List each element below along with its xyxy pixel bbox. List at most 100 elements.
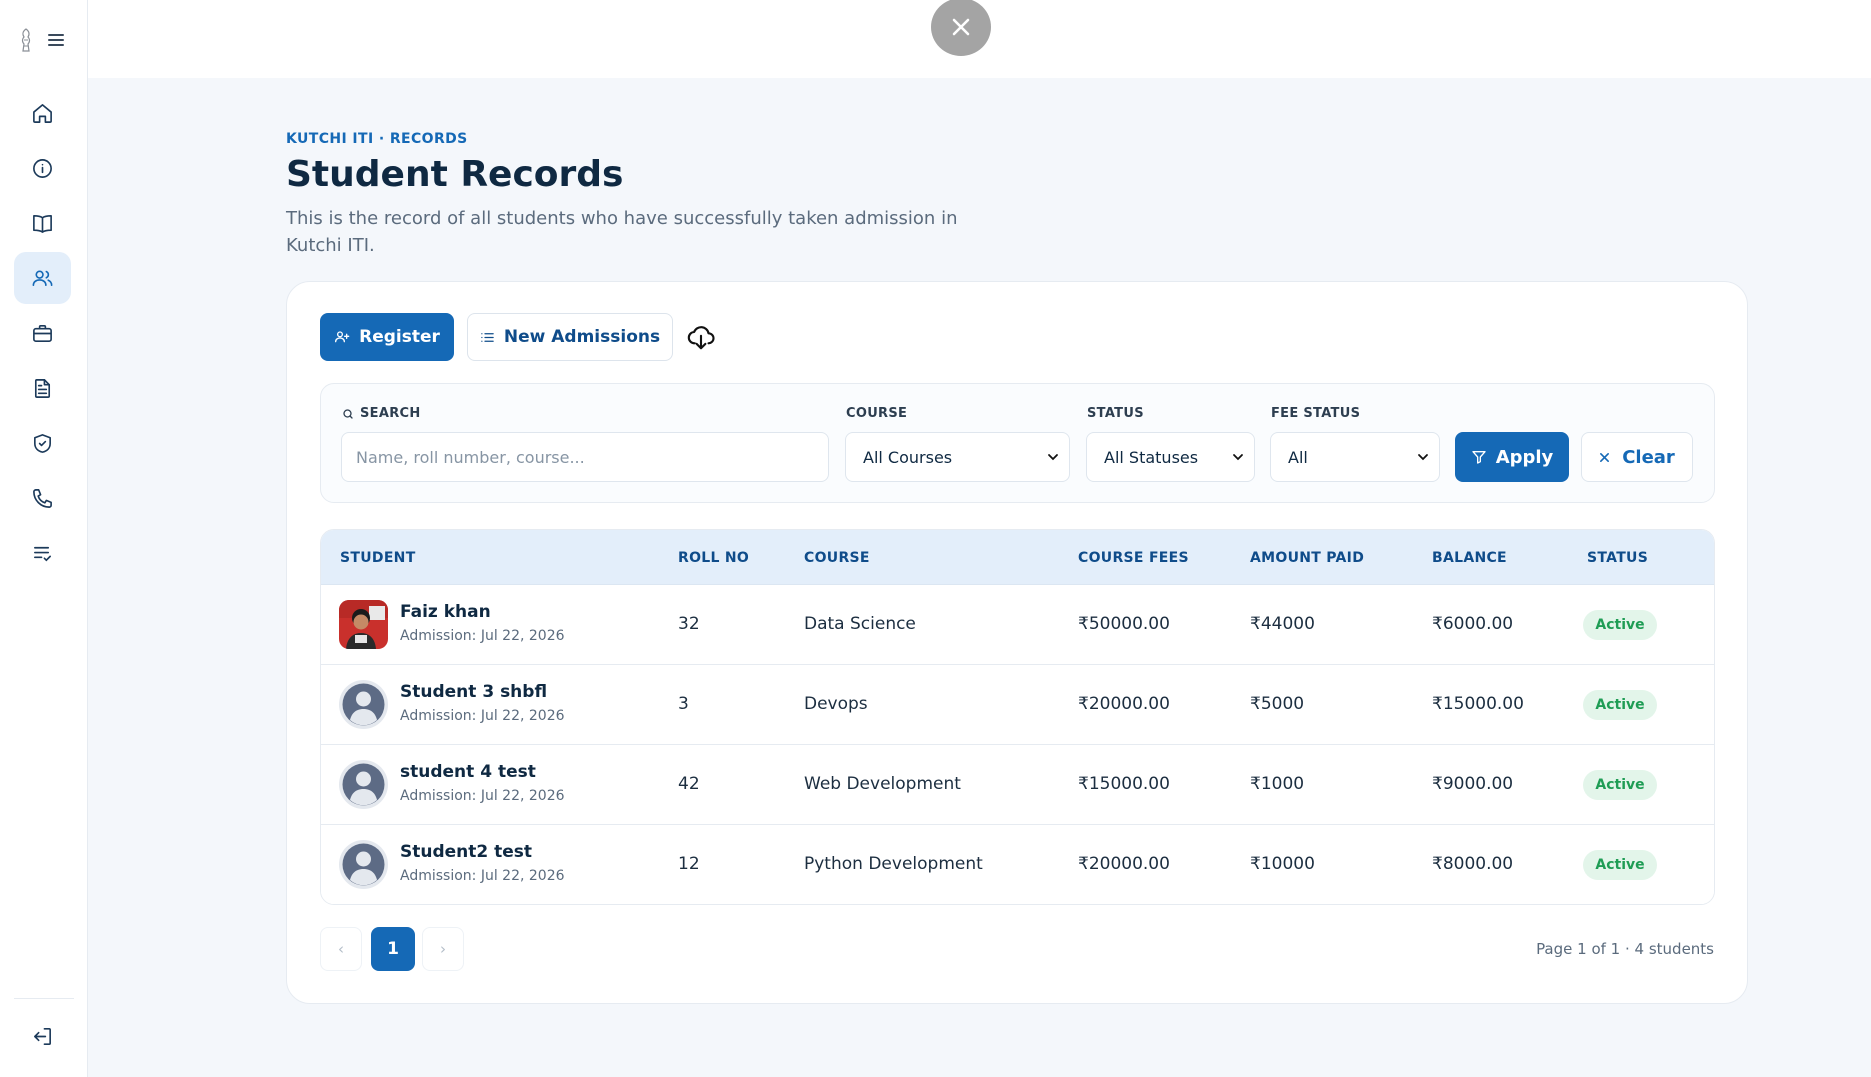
sidebar-item-documents[interactable] xyxy=(14,362,71,414)
user-placeholder-icon xyxy=(339,760,388,809)
sidebar-item-about[interactable] xyxy=(14,142,71,194)
students-table: STUDENT ROLL NO COURSE COURSE FEES AMOUN… xyxy=(320,529,1715,905)
col-course-fees: COURSE FEES xyxy=(1078,550,1189,566)
records-card: Register New Admissions SEARCH Name, rol… xyxy=(286,281,1748,1004)
table-row[interactable]: student 4 test Admission: Jul 22, 2026 4… xyxy=(321,745,1714,825)
user-placeholder-icon xyxy=(339,680,388,729)
roll-no: 42 xyxy=(678,774,700,794)
balance: ₹15000.00 xyxy=(1432,694,1524,714)
cloud-download-icon xyxy=(687,326,715,350)
pagination-info: Page 1 of 1 · 4 students xyxy=(1536,940,1714,958)
student-name[interactable]: Faiz khan xyxy=(400,602,491,622)
filter-icon xyxy=(1472,451,1486,464)
sidebar-item-students[interactable] xyxy=(14,252,71,304)
close-icon xyxy=(952,18,970,36)
briefcase-icon xyxy=(33,324,52,342)
menu-icon[interactable] xyxy=(46,30,66,50)
admission-date: Admission: Jul 22, 2026 xyxy=(400,708,565,724)
sidebar-item-home[interactable] xyxy=(14,87,71,139)
search-label: SEARCH xyxy=(360,406,421,421)
student-name[interactable]: student 4 test xyxy=(400,762,536,782)
roll-no: 12 xyxy=(678,854,700,874)
amount-paid: ₹1000 xyxy=(1250,774,1305,794)
status-badge: Active xyxy=(1583,850,1657,880)
status-badge: Active xyxy=(1583,690,1657,720)
balance: ₹8000.00 xyxy=(1432,854,1514,874)
pagination-page-1[interactable]: 1 xyxy=(371,927,415,971)
course-fees: ₹20000.00 xyxy=(1078,694,1170,714)
new-admissions-label: New Admissions xyxy=(503,327,661,347)
fee-status-select[interactable]: All xyxy=(1270,432,1440,482)
book-icon xyxy=(33,214,52,233)
sidebar-item-placements[interactable] xyxy=(14,307,71,359)
list-check-icon xyxy=(34,546,51,561)
document-icon xyxy=(34,378,51,398)
sidebar-divider xyxy=(14,998,74,999)
apply-button[interactable]: Apply xyxy=(1455,432,1569,482)
course-fees: ₹50000.00 xyxy=(1078,614,1170,634)
search-input[interactable]: Name, roll number, course... xyxy=(341,432,829,482)
page-description: This is the record of all students who h… xyxy=(286,208,958,256)
sidebar-item-tasks[interactable] xyxy=(14,527,71,579)
sidebar xyxy=(0,0,88,1077)
table-row[interactable]: Student2 test Admission: Jul 22, 2026 12… xyxy=(321,825,1714,904)
course-label: COURSE xyxy=(846,406,908,421)
fee-status-label: FEE STATUS xyxy=(1271,406,1361,421)
student-name[interactable]: Student2 test xyxy=(400,842,532,862)
fee-status-select-value: All xyxy=(1288,447,1308,467)
course-select-value: All Courses xyxy=(863,447,953,467)
breadcrumb: KUTCHI ITI · RECORDS xyxy=(286,131,468,147)
table-row[interactable]: Faiz khan Admission: Jul 22, 2026 32 Dat… xyxy=(321,585,1714,665)
home-icon xyxy=(33,103,52,123)
amount-paid: ₹10000 xyxy=(1250,854,1315,874)
course-fees: ₹20000.00 xyxy=(1078,854,1170,874)
avatar xyxy=(339,680,388,729)
sidebar-item-courses[interactable] xyxy=(14,197,71,249)
status-badge: Active xyxy=(1583,770,1657,800)
new-admissions-button[interactable]: New Admissions xyxy=(467,313,673,361)
user-plus-icon xyxy=(335,331,350,343)
filter-panel: SEARCH Name, roll number, course... COUR… xyxy=(320,383,1715,503)
sidebar-item-security[interactable] xyxy=(14,417,71,469)
balance: ₹9000.00 xyxy=(1432,774,1514,794)
logout-button[interactable] xyxy=(14,1010,71,1062)
info-icon xyxy=(33,158,52,178)
avatar xyxy=(339,600,388,649)
course: Devops xyxy=(804,694,868,714)
register-button[interactable]: Register xyxy=(320,313,454,361)
col-balance: BALANCE xyxy=(1432,550,1507,566)
clear-button[interactable]: Clear xyxy=(1581,432,1693,482)
roll-no: 3 xyxy=(678,694,689,714)
avatar xyxy=(339,760,388,809)
admission-date: Admission: Jul 22, 2026 xyxy=(400,628,565,644)
search-icon xyxy=(343,408,353,419)
close-button[interactable] xyxy=(931,0,991,56)
status-select[interactable]: All Statuses xyxy=(1086,432,1255,482)
search-label-wrap: SEARCH xyxy=(342,406,421,421)
list-icon xyxy=(481,332,494,342)
student-name[interactable]: Student 3 shbfl xyxy=(400,682,547,702)
page-title: Student Records xyxy=(286,154,624,195)
logout-icon xyxy=(34,1027,51,1045)
clear-label: Clear xyxy=(1622,446,1675,468)
download-button[interactable] xyxy=(684,320,718,354)
status-select-value: All Statuses xyxy=(1104,447,1199,467)
sidebar-item-contact[interactable] xyxy=(14,472,71,524)
table-row[interactable]: Student 3 shbfl Admission: Jul 22, 2026 … xyxy=(321,665,1714,745)
col-course: COURSE xyxy=(804,550,870,566)
register-label: Register xyxy=(359,327,440,347)
course: Data Science xyxy=(804,614,916,634)
table-header: STUDENT ROLL NO COURSE COURSE FEES AMOUN… xyxy=(321,530,1714,585)
status-badge: Active xyxy=(1583,610,1657,640)
pagination-next-button[interactable]: › xyxy=(422,927,464,971)
col-status: STATUS xyxy=(1587,550,1649,566)
chevron-down-icon xyxy=(1418,454,1428,461)
course: Web Development xyxy=(804,774,961,794)
pagination-prev-button[interactable]: ‹ xyxy=(320,927,362,971)
amount-paid: ₹5000 xyxy=(1250,694,1305,714)
users-icon xyxy=(32,269,53,286)
course-select[interactable]: All Courses xyxy=(845,432,1070,482)
status-label: STATUS xyxy=(1087,406,1144,421)
apply-label: Apply xyxy=(1495,446,1554,468)
amount-paid: ₹44000 xyxy=(1250,614,1315,634)
